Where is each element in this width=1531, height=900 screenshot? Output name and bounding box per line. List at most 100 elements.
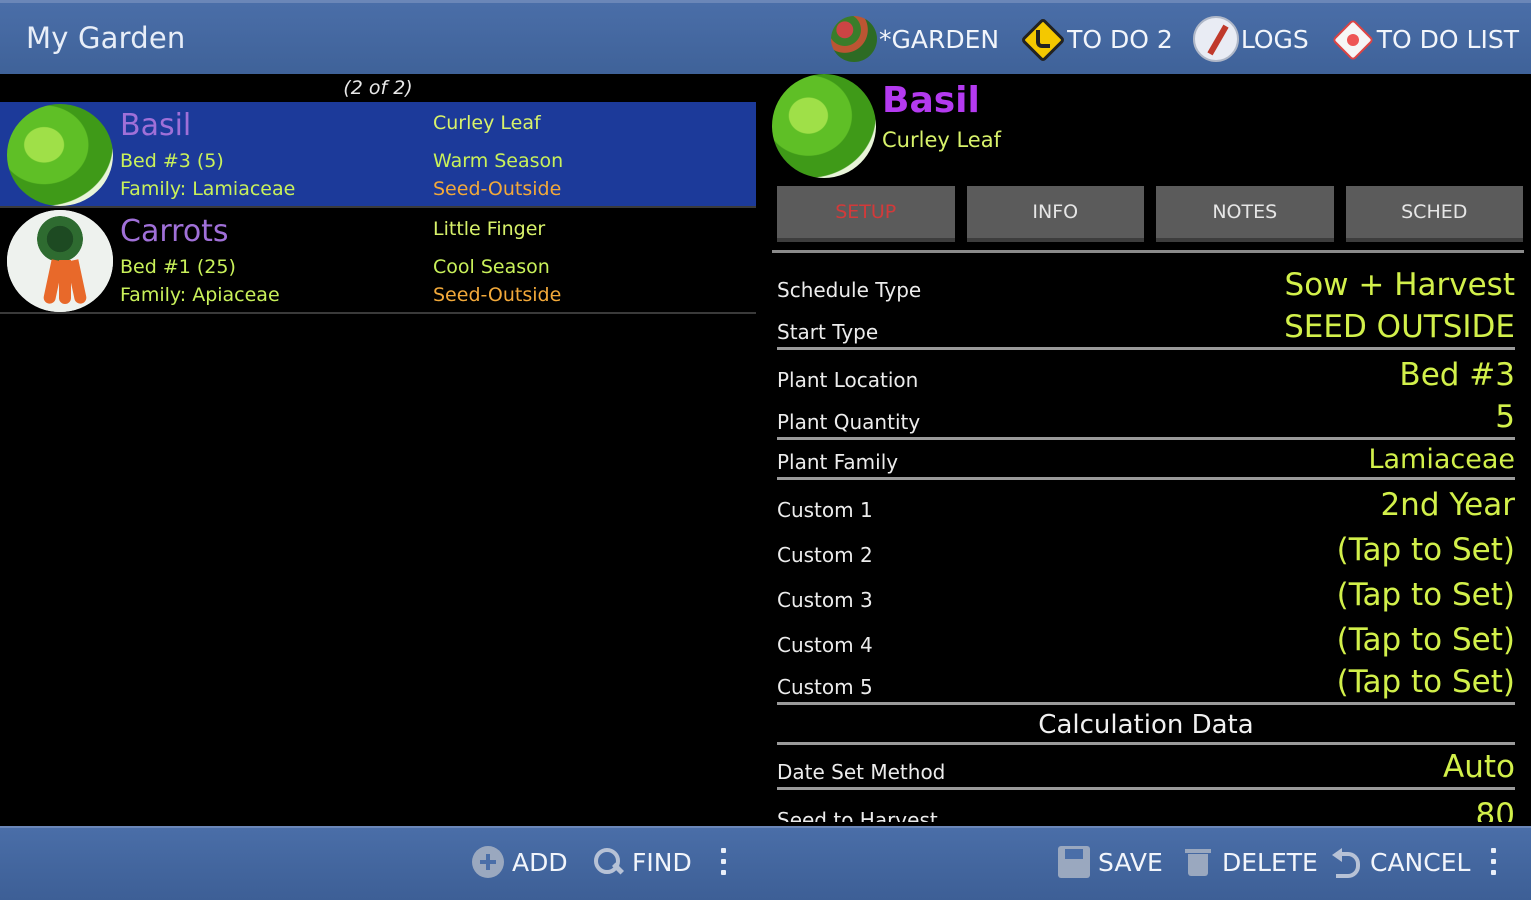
plant-list-panel: (2 of 2) Basil Bed #3 (5) Family: Lamiac… bbox=[0, 74, 756, 826]
tab-sched[interactable]: SCHED bbox=[1345, 186, 1523, 242]
tab-notes[interactable]: NOTES bbox=[1156, 186, 1334, 242]
plant-season: Warm Season bbox=[433, 150, 564, 172]
search-icon bbox=[592, 846, 624, 878]
save-icon bbox=[1058, 846, 1090, 878]
field-label: Custom 3 bbox=[777, 588, 873, 612]
plant-season: Cool Season bbox=[433, 256, 550, 278]
field-label: Seed to Harvest bbox=[777, 808, 938, 822]
field-schedule-type[interactable]: Schedule Type Sow + Harvest bbox=[777, 260, 1515, 305]
field-value[interactable]: SEED OUTSIDE bbox=[1284, 309, 1515, 345]
detail-thumbnail bbox=[772, 74, 876, 178]
field-value[interactable]: Auto bbox=[1443, 749, 1515, 785]
field-label: Plant Quantity bbox=[777, 410, 921, 434]
action-bar: My Garden *GARDEN TO DO 2 LOGS TO DO LIS… bbox=[0, 0, 1531, 74]
setup-fields: Schedule Type Sow + Harvest Start Type S… bbox=[777, 260, 1515, 822]
plant-name: Carrots bbox=[120, 214, 229, 249]
todo-list-button[interactable]: TO DO LIST bbox=[1329, 16, 1519, 62]
tab-info[interactable]: INFO bbox=[966, 186, 1144, 242]
field-value[interactable]: Sow + Harvest bbox=[1285, 267, 1515, 303]
garden-button-label: *GARDEN bbox=[879, 24, 1000, 54]
field-plant-quantity[interactable]: Plant Quantity 5 bbox=[777, 395, 1515, 440]
detail-plant-name: Basil bbox=[882, 80, 980, 121]
plant-family: Family: Apiaceae bbox=[120, 284, 280, 306]
todo-button[interactable]: TO DO 2 bbox=[1019, 16, 1173, 63]
add-button[interactable]: ADD bbox=[472, 846, 568, 878]
field-label: Plant Location bbox=[777, 368, 919, 392]
field-custom-3[interactable]: Custom 3 (Tap to Set) bbox=[777, 570, 1515, 615]
field-value[interactable]: Bed #3 bbox=[1399, 357, 1515, 393]
find-button[interactable]: FIND bbox=[592, 846, 692, 878]
field-value[interactable]: 5 bbox=[1495, 399, 1515, 435]
add-button-label: ADD bbox=[512, 847, 568, 877]
plant-start-type: Seed-Outside bbox=[433, 284, 562, 306]
todo-warning-icon bbox=[1019, 16, 1066, 63]
logs-button[interactable]: LOGS bbox=[1192, 16, 1309, 62]
field-plant-family[interactable]: Plant Family Lamiaceae bbox=[777, 440, 1515, 480]
field-start-type[interactable]: Start Type SEED OUTSIDE bbox=[777, 305, 1515, 350]
carrots-thumbnail bbox=[7, 210, 113, 312]
field-value[interactable]: (Tap to Set) bbox=[1337, 664, 1515, 700]
undo-icon bbox=[1330, 846, 1362, 878]
plant-family: Family: Lamiaceae bbox=[120, 178, 296, 200]
field-value[interactable]: (Tap to Set) bbox=[1337, 622, 1515, 658]
logs-button-label: LOGS bbox=[1240, 24, 1309, 54]
plant-detail-panel: Basil Curley Leaf SETUP INFO NOTES SCHED… bbox=[772, 74, 1531, 826]
basil-thumbnail bbox=[7, 104, 113, 206]
plant-bed: Bed #3 (5) bbox=[120, 150, 224, 172]
field-custom-2[interactable]: Custom 2 (Tap to Set) bbox=[777, 525, 1515, 570]
cancel-button-label: CANCEL bbox=[1370, 847, 1471, 877]
field-label: Custom 1 bbox=[777, 498, 873, 522]
field-seed-to-harvest[interactable]: Seed to Harvest 80 bbox=[777, 790, 1515, 822]
plant-list-item-basil[interactable]: Basil Bed #3 (5) Family: Lamiaceae Curle… bbox=[0, 102, 756, 208]
trash-icon bbox=[1182, 846, 1214, 878]
field-value[interactable]: (Tap to Set) bbox=[1337, 577, 1515, 613]
delete-button-label: DELETE bbox=[1222, 847, 1318, 877]
field-label: Date Set Method bbox=[777, 760, 946, 784]
todo-list-icon bbox=[1329, 16, 1375, 62]
field-value[interactable]: 80 bbox=[1476, 797, 1515, 822]
calculation-data-header: Calculation Data bbox=[777, 705, 1515, 745]
add-icon bbox=[472, 846, 504, 878]
app-title: My Garden bbox=[26, 21, 186, 55]
logs-icon bbox=[1192, 16, 1239, 62]
save-button-label: SAVE bbox=[1098, 847, 1163, 877]
cancel-button[interactable]: CANCEL bbox=[1330, 846, 1470, 878]
field-value[interactable]: Lamiaceae bbox=[1368, 444, 1515, 475]
todo-list-button-label: TO DO LIST bbox=[1376, 24, 1519, 54]
field-label: Custom 2 bbox=[777, 543, 873, 567]
find-button-label: FIND bbox=[632, 847, 692, 877]
tab-setup[interactable]: SETUP bbox=[777, 186, 955, 242]
garden-icon bbox=[831, 16, 878, 62]
field-label: Custom 4 bbox=[777, 633, 873, 657]
plant-name: Basil bbox=[120, 108, 192, 143]
plant-start-type: Seed-Outside bbox=[433, 178, 562, 200]
field-custom-1[interactable]: Custom 1 2nd Year bbox=[777, 480, 1515, 525]
field-custom-5[interactable]: Custom 5 (Tap to Set) bbox=[777, 660, 1515, 705]
field-label: Schedule Type bbox=[777, 278, 922, 302]
right-overflow-menu-icon[interactable] bbox=[1488, 848, 1498, 882]
left-overflow-menu-icon[interactable] bbox=[718, 848, 728, 882]
action-bar-buttons: *GARDEN TO DO 2 LOGS TO DO LIST bbox=[831, 13, 1519, 65]
field-date-set-method[interactable]: Date Set Method Auto bbox=[777, 745, 1515, 790]
todo-button-label: TO DO 2 bbox=[1067, 24, 1173, 54]
list-counter: (2 of 2) bbox=[343, 77, 413, 99]
field-plant-location[interactable]: Plant Location Bed #3 bbox=[777, 350, 1515, 395]
plant-variety: Curley Leaf bbox=[433, 112, 541, 134]
garden-button[interactable]: *GARDEN bbox=[831, 16, 999, 62]
tab-underline bbox=[772, 250, 1524, 253]
field-label: Plant Family bbox=[777, 450, 899, 474]
plant-variety: Little Finger bbox=[433, 218, 546, 240]
delete-button[interactable]: DELETE bbox=[1182, 846, 1318, 878]
panel-divider bbox=[756, 74, 772, 826]
field-label: Custom 5 bbox=[777, 675, 873, 699]
field-custom-4[interactable]: Custom 4 (Tap to Set) bbox=[777, 615, 1515, 660]
detail-plant-variety: Curley Leaf bbox=[882, 128, 1001, 152]
field-value[interactable]: 2nd Year bbox=[1380, 487, 1515, 523]
save-button[interactable]: SAVE bbox=[1058, 846, 1163, 878]
plant-list-item-carrots[interactable]: Carrots Bed #1 (25) Family: Apiaceae Lit… bbox=[0, 208, 756, 314]
plant-bed: Bed #1 (25) bbox=[120, 256, 236, 278]
field-label: Start Type bbox=[777, 320, 879, 344]
detail-tabs: SETUP INFO NOTES SCHED bbox=[777, 186, 1523, 242]
field-value[interactable]: (Tap to Set) bbox=[1337, 532, 1515, 568]
bottom-action-bar: ADD FIND SAVE DELETE CANCEL bbox=[0, 826, 1531, 900]
